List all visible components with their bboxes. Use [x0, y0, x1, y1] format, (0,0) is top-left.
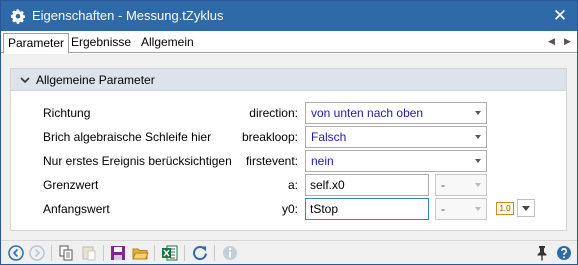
forward-icon[interactable] [28, 244, 46, 262]
group-title: Allgemeine Parameter [36, 73, 155, 87]
pin-icon[interactable] [533, 244, 551, 262]
toolbar-separator [103, 245, 104, 261]
save-icon[interactable] [109, 244, 127, 262]
param-label-richtung: Richtung [43, 106, 91, 120]
properties-window: Eigenschaften - Messung.tZyklus ✕ Parame… [0, 0, 578, 265]
dropdown-arrow-icon [475, 159, 481, 163]
excel-icon[interactable] [161, 244, 179, 262]
tab-allgemein[interactable]: Allgemein [137, 33, 198, 53]
parameter-panel: Allgemeine Parameter Richtung direction:… [1, 54, 577, 240]
group-header[interactable]: Allgemeine Parameter [11, 69, 566, 91]
refresh-icon[interactable] [191, 244, 209, 262]
window-title: Eigenschaften - Messung.tZyklus [32, 8, 224, 23]
dropdown-arrow-icon [475, 111, 481, 115]
direction-select[interactable]: von unten nach oben [305, 102, 487, 124]
toolbar-separator [184, 245, 185, 261]
toolbar-separator [154, 245, 155, 261]
param-key-a: a: [287, 178, 298, 192]
bottom-toolbar [1, 240, 577, 264]
paste-icon[interactable] [80, 244, 98, 262]
param-key-y0: y0: [281, 202, 298, 216]
tab-parameter[interactable]: Parameter [3, 33, 70, 54]
firstevent-select[interactable]: nein [305, 150, 487, 172]
value-type-button[interactable]: 1.0 [494, 199, 538, 219]
dropdown-arrow-icon [475, 183, 481, 187]
value-type-dropdown[interactable] [517, 199, 535, 217]
back-icon[interactable] [7, 244, 25, 262]
toolbar-separator [214, 245, 215, 261]
group-allgemeine-parameter: Allgemeine Parameter Richtung direction:… [10, 68, 567, 231]
grenzwert-unit-select[interactable]: - [435, 174, 487, 196]
dropdown-arrow-icon [475, 135, 481, 139]
param-key-firstevent: firstevent: [245, 154, 298, 168]
open-folder-icon[interactable] [131, 244, 149, 262]
anfangswert-unit-select[interactable]: - [435, 198, 487, 220]
value-badge-icon: 1.0 [496, 202, 514, 215]
help-icon[interactable] [555, 244, 573, 262]
anfangswert-input[interactable] [305, 198, 429, 220]
gear-icon [11, 9, 25, 24]
tab-scroll-left-icon[interactable]: ◀ [548, 36, 555, 47]
toolbar-separator [51, 245, 52, 261]
dropdown-arrow-icon [475, 207, 481, 211]
param-key-direction: direction: [249, 106, 298, 120]
title-bar[interactable]: Eigenschaften - Messung.tZyklus ✕ [1, 1, 577, 31]
tab-bar: Parameter Ergebnisse Allgemein ◀ ▶ [1, 31, 577, 54]
copy-icon[interactable] [57, 244, 75, 262]
close-icon[interactable]: ✕ [551, 7, 569, 25]
param-label-grenzwert: Grenzwert [43, 178, 99, 192]
tab-scroll-right-icon[interactable]: ▶ [564, 36, 571, 47]
grenzwert-input[interactable] [305, 174, 429, 196]
param-label-firstevent: Nur erstes Ereignis berücksichtigen [43, 154, 232, 168]
tab-ergebnisse[interactable]: Ergebnisse [67, 33, 135, 53]
info-icon[interactable] [221, 244, 239, 262]
chevron-down-icon[interactable] [19, 74, 31, 86]
param-label-breakloop: Brich algebraische Schleife hier [43, 130, 212, 144]
param-label-anfangswert: Anfangswert [43, 202, 110, 216]
param-key-breakloop: breakloop: [241, 130, 298, 144]
breakloop-select[interactable]: Falsch [305, 126, 487, 148]
